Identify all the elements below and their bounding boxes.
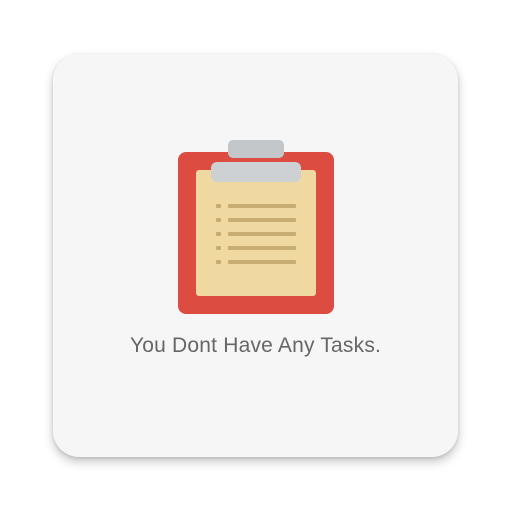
empty-state-message: You Dont Have Any Tasks. xyxy=(129,334,382,357)
empty-state-card: You Dont Have Any Tasks. xyxy=(53,54,458,457)
clipboard-icon xyxy=(178,140,334,314)
